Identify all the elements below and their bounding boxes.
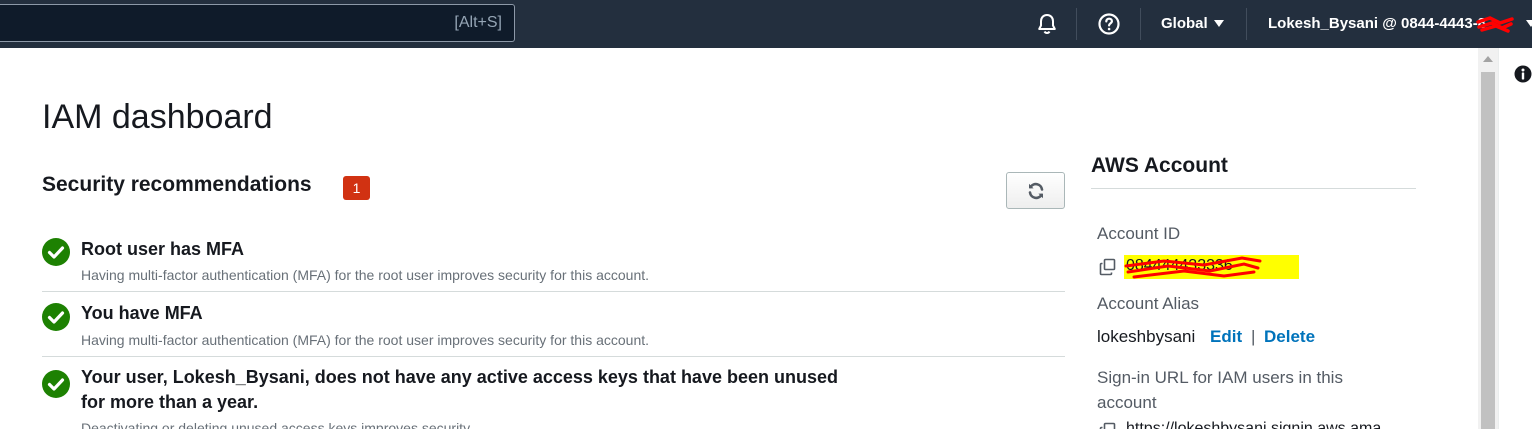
search-shortcut-hint: [Alt+S] (454, 14, 502, 31)
recommendation-title: Root user has MFA (81, 239, 245, 259)
success-check-icon (42, 238, 70, 266)
scroll-up-arrow-icon[interactable] (1483, 56, 1493, 62)
region-label: Global (1161, 15, 1208, 32)
chevron-down-icon (1526, 20, 1532, 27)
help-icon[interactable] (1097, 12, 1121, 36)
account-id-label: Account ID (1097, 224, 1181, 243)
success-check-icon (42, 303, 70, 331)
scrollbar-thumb[interactable] (1481, 72, 1495, 429)
account-alias-value: lokeshbysani (1097, 327, 1196, 346)
top-navigation-bar: [Alt+S] Global Lokesh_Bysani @ 0844-4443… (0, 0, 1532, 48)
page-title: IAM dashboard (42, 98, 273, 136)
recommendation-item: You have MFA Having multi-factor authent… (42, 292, 1065, 357)
refresh-icon (1028, 182, 1044, 200)
security-recommendations-heading: Security recommendations (42, 173, 312, 196)
aws-account-heading: AWS Account (1091, 154, 1228, 177)
redaction-scribble (1124, 256, 1262, 279)
signin-url-label: Sign-in URL for IAM users in this accoun… (1097, 368, 1343, 412)
delete-alias-link[interactable]: Delete (1264, 327, 1315, 347)
panel-divider (1091, 188, 1416, 189)
account-menu-label: Lokesh_Bysani @ 0844-4443-8 (1268, 15, 1487, 32)
nav-divider (1140, 8, 1141, 40)
bell-icon[interactable] (1035, 12, 1059, 36)
refresh-button[interactable] (1006, 172, 1065, 209)
recommendation-description: Deactivating or deleting unused access k… (81, 420, 473, 429)
recommendation-description: Having multi-factor authentication (MFA)… (81, 332, 650, 348)
region-selector[interactable]: Global (1161, 15, 1224, 32)
edit-alias-link[interactable]: Edit (1210, 327, 1242, 347)
info-icon[interactable] (1514, 65, 1532, 83)
link-separator: | (1251, 327, 1256, 346)
copy-icon[interactable] (1099, 422, 1117, 429)
help-panel-rail (1498, 48, 1532, 429)
redaction-scribble (1476, 16, 1514, 33)
recommendation-description: Having multi-factor authentication (MFA)… (81, 267, 650, 283)
recommendation-item: Root user has MFA Having multi-factor au… (42, 232, 1065, 292)
nav-divider (1076, 8, 1077, 40)
recommendation-item: Your user, Lokesh_Bysani, does not have … (42, 357, 1065, 429)
signin-url-value: https://lokeshbysani.signin.aws.ama (1126, 420, 1382, 429)
search-input[interactable]: [Alt+S] (0, 4, 515, 42)
account-alias-label: Account Alias (1097, 294, 1200, 313)
nav-divider (1246, 8, 1247, 40)
recommendation-title: You have MFA (81, 303, 203, 323)
recommendation-count-badge: 1 (343, 176, 370, 200)
recommendation-title: Your user, Lokesh_Bysani, does not have … (81, 367, 838, 412)
success-check-icon (42, 370, 70, 398)
copy-icon[interactable] (1099, 258, 1117, 276)
chevron-down-icon (1213, 20, 1224, 27)
